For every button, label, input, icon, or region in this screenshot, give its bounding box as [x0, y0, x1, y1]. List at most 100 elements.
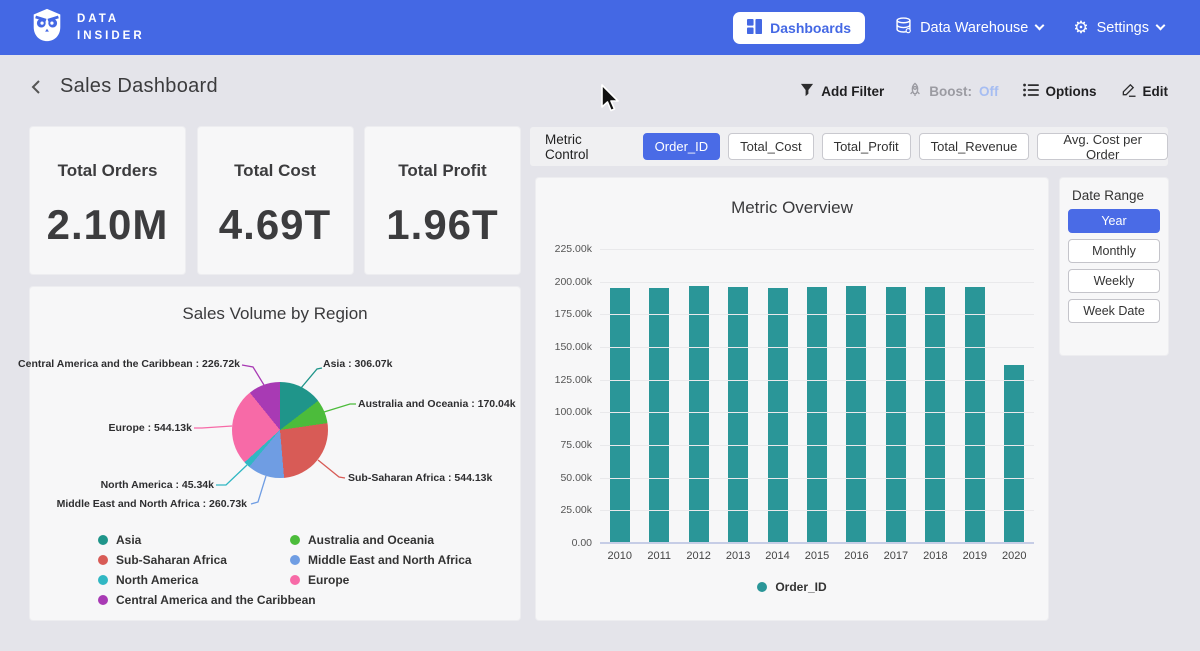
metric-option-total-cost[interactable]: Total_Cost [728, 133, 813, 160]
legend-label: Asia [116, 533, 141, 547]
bar-2018[interactable] [925, 287, 945, 543]
metric-option-order-id[interactable]: Order_ID [643, 133, 720, 160]
metric-control-strip: Metric Control Order_ID Total_Cost Total_P… [530, 127, 1168, 166]
bar-2013[interactable] [728, 287, 748, 543]
pie-legend-column-2: Australia and Oceania Middle East and Nor… [290, 533, 472, 587]
legend-label: Central America and the Caribbean [116, 593, 316, 607]
legend-dot-icon [290, 535, 300, 545]
gridline [600, 412, 1034, 413]
y-tick-label: 25.00k [560, 504, 592, 516]
back-button[interactable] [28, 78, 44, 96]
y-tick-label: 100.00k [555, 406, 592, 418]
metric-option-total-revenue[interactable]: Total_Revenue [919, 133, 1030, 160]
y-tick-label: 75.00k [560, 439, 592, 451]
pie-legend-item-asia[interactable]: Asia [98, 533, 316, 547]
kpi-value: 1.96T [386, 201, 498, 249]
brand-logo[interactable]: DATA INSIDER [0, 6, 145, 49]
x-tick-label: 2019 [955, 550, 994, 562]
page-title: Sales Dashboard [60, 75, 218, 98]
pencil-icon [1121, 82, 1136, 100]
legend-dot-icon [757, 582, 767, 592]
legend-label: Sub-Saharan Africa [116, 553, 227, 567]
brand-text: DATA INSIDER [77, 11, 145, 44]
nav-dashboards-button[interactable]: Dashboards [733, 12, 865, 44]
add-filter-button[interactable]: Add Filter [800, 83, 884, 100]
y-tick-label: 225.00k [555, 243, 592, 255]
pie-label-middle-east-north-africa: Middle East and North Africa : 260.73k [57, 498, 247, 510]
bar-2016[interactable] [846, 286, 866, 543]
bar-2010[interactable] [610, 288, 630, 543]
kpi-row: Total Orders2.10MTotal Cost4.69TTotal Pr… [30, 127, 520, 274]
pie-label-north-america: North America : 45.34k [101, 479, 214, 491]
pie-legend-item-sub-saharan-africa[interactable]: Sub-Saharan Africa [98, 553, 316, 567]
navbar: DATA INSIDER Dashboards [0, 0, 1200, 55]
dashboard-grid-icon [747, 19, 762, 37]
y-tick-label: 200.00k [555, 276, 592, 288]
bar-chart-legend: Order_ID [536, 580, 1048, 594]
date-range-option-week-date[interactable]: Week Date [1068, 299, 1160, 323]
x-tick-label: 2011 [639, 550, 678, 562]
y-tick-label: 125.00k [555, 374, 592, 386]
pie-label-australia-oceania: Australia and Oceania : 170.04k [358, 398, 516, 410]
legend-label: Australia and Oceania [308, 533, 434, 547]
pie-legend-item-australia-and-oceania[interactable]: Australia and Oceania [290, 533, 472, 547]
legend-dot-icon [98, 535, 108, 545]
nav-settings[interactable]: ⚙ Settings [1073, 19, 1164, 36]
pie-label-asia: Asia : 306.07k [323, 358, 392, 370]
pie-label-sub-saharan-africa: Sub-Saharan Africa : 544.13k [348, 472, 492, 484]
legend-label: Europe [308, 573, 349, 587]
gridline [600, 347, 1034, 348]
boost-toggle[interactable]: Boost: Off [908, 82, 998, 100]
x-tick-label: 2018 [916, 550, 955, 562]
pie-legend-item-middle-east-and-north-africa[interactable]: Middle East and North Africa [290, 553, 472, 567]
x-tick-label: 2012 [679, 550, 718, 562]
chevron-down-icon [1156, 21, 1166, 31]
x-tick-label: 2017 [876, 550, 915, 562]
nav-data-warehouse[interactable]: Data Warehouse [895, 17, 1043, 38]
x-tick-label: 2015 [797, 550, 836, 562]
metric-option-avg-cost-per-order[interactable]: Avg. Cost per Order [1037, 133, 1168, 160]
pie-legend-item-north-america[interactable]: North America [98, 573, 316, 587]
y-tick-label: 150.00k [555, 341, 592, 353]
options-button[interactable]: Options [1023, 83, 1097, 100]
pie-label-central-america-caribbean: Central America and the Caribbean : 226.… [18, 358, 240, 370]
date-range-option-weekly[interactable]: Weekly [1068, 269, 1160, 293]
metric-option-total-profit[interactable]: Total_Profit [822, 133, 911, 160]
chevron-down-icon [1035, 21, 1045, 31]
x-tick-label: 2016 [837, 550, 876, 562]
gridline [600, 314, 1034, 315]
bar-2014[interactable] [768, 288, 788, 543]
metric-overview-chart-card: Metric Overview 225.00k200.00k175.00k150… [536, 178, 1048, 620]
bar-2015[interactable] [807, 287, 827, 543]
bar-2019[interactable] [965, 287, 985, 543]
pie-chart-title: Sales Volume by Region [30, 304, 520, 324]
x-tick-label: 2020 [995, 550, 1034, 562]
gridline [600, 282, 1034, 283]
bar-2011[interactable] [649, 288, 669, 543]
kpi-value: 4.69T [219, 201, 331, 249]
database-icon [895, 17, 912, 38]
boost-label: Boost: [929, 84, 972, 99]
date-range-title: Date Range [1072, 188, 1144, 203]
bar-chart-title: Metric Overview [536, 198, 1048, 218]
owl-logo-icon [28, 6, 66, 49]
date-range-option-year[interactable]: Year [1068, 209, 1160, 233]
bar-2012[interactable] [689, 286, 709, 543]
pie-chart[interactable] [232, 382, 328, 478]
bar-chart-x-axis: 2010201120122013201420152016201720182019… [600, 550, 1034, 562]
pie-legend-column-1: Asia Sub-Saharan Africa North America Centr… [98, 533, 316, 607]
boost-value: Off [979, 84, 999, 99]
date-range-option-monthly[interactable]: Monthly [1068, 239, 1160, 263]
bar-2017[interactable] [886, 287, 906, 543]
gridline [600, 380, 1034, 381]
pie-legend-item-europe[interactable]: Europe [290, 573, 472, 587]
metric-control-label: Metric Control [545, 132, 628, 162]
kpi-label: Total Cost [234, 161, 316, 181]
edit-button[interactable]: Edit [1121, 82, 1169, 100]
bar-2020[interactable] [1004, 365, 1024, 543]
kpi-value: 2.10M [47, 201, 169, 249]
y-tick-label: 0.00 [572, 537, 592, 549]
mouse-cursor [600, 84, 622, 117]
gear-icon: ⚙ [1073, 19, 1088, 36]
pie-legend-item-central-america-and-the-caribbean[interactable]: Central America and the Caribbean [98, 593, 316, 607]
